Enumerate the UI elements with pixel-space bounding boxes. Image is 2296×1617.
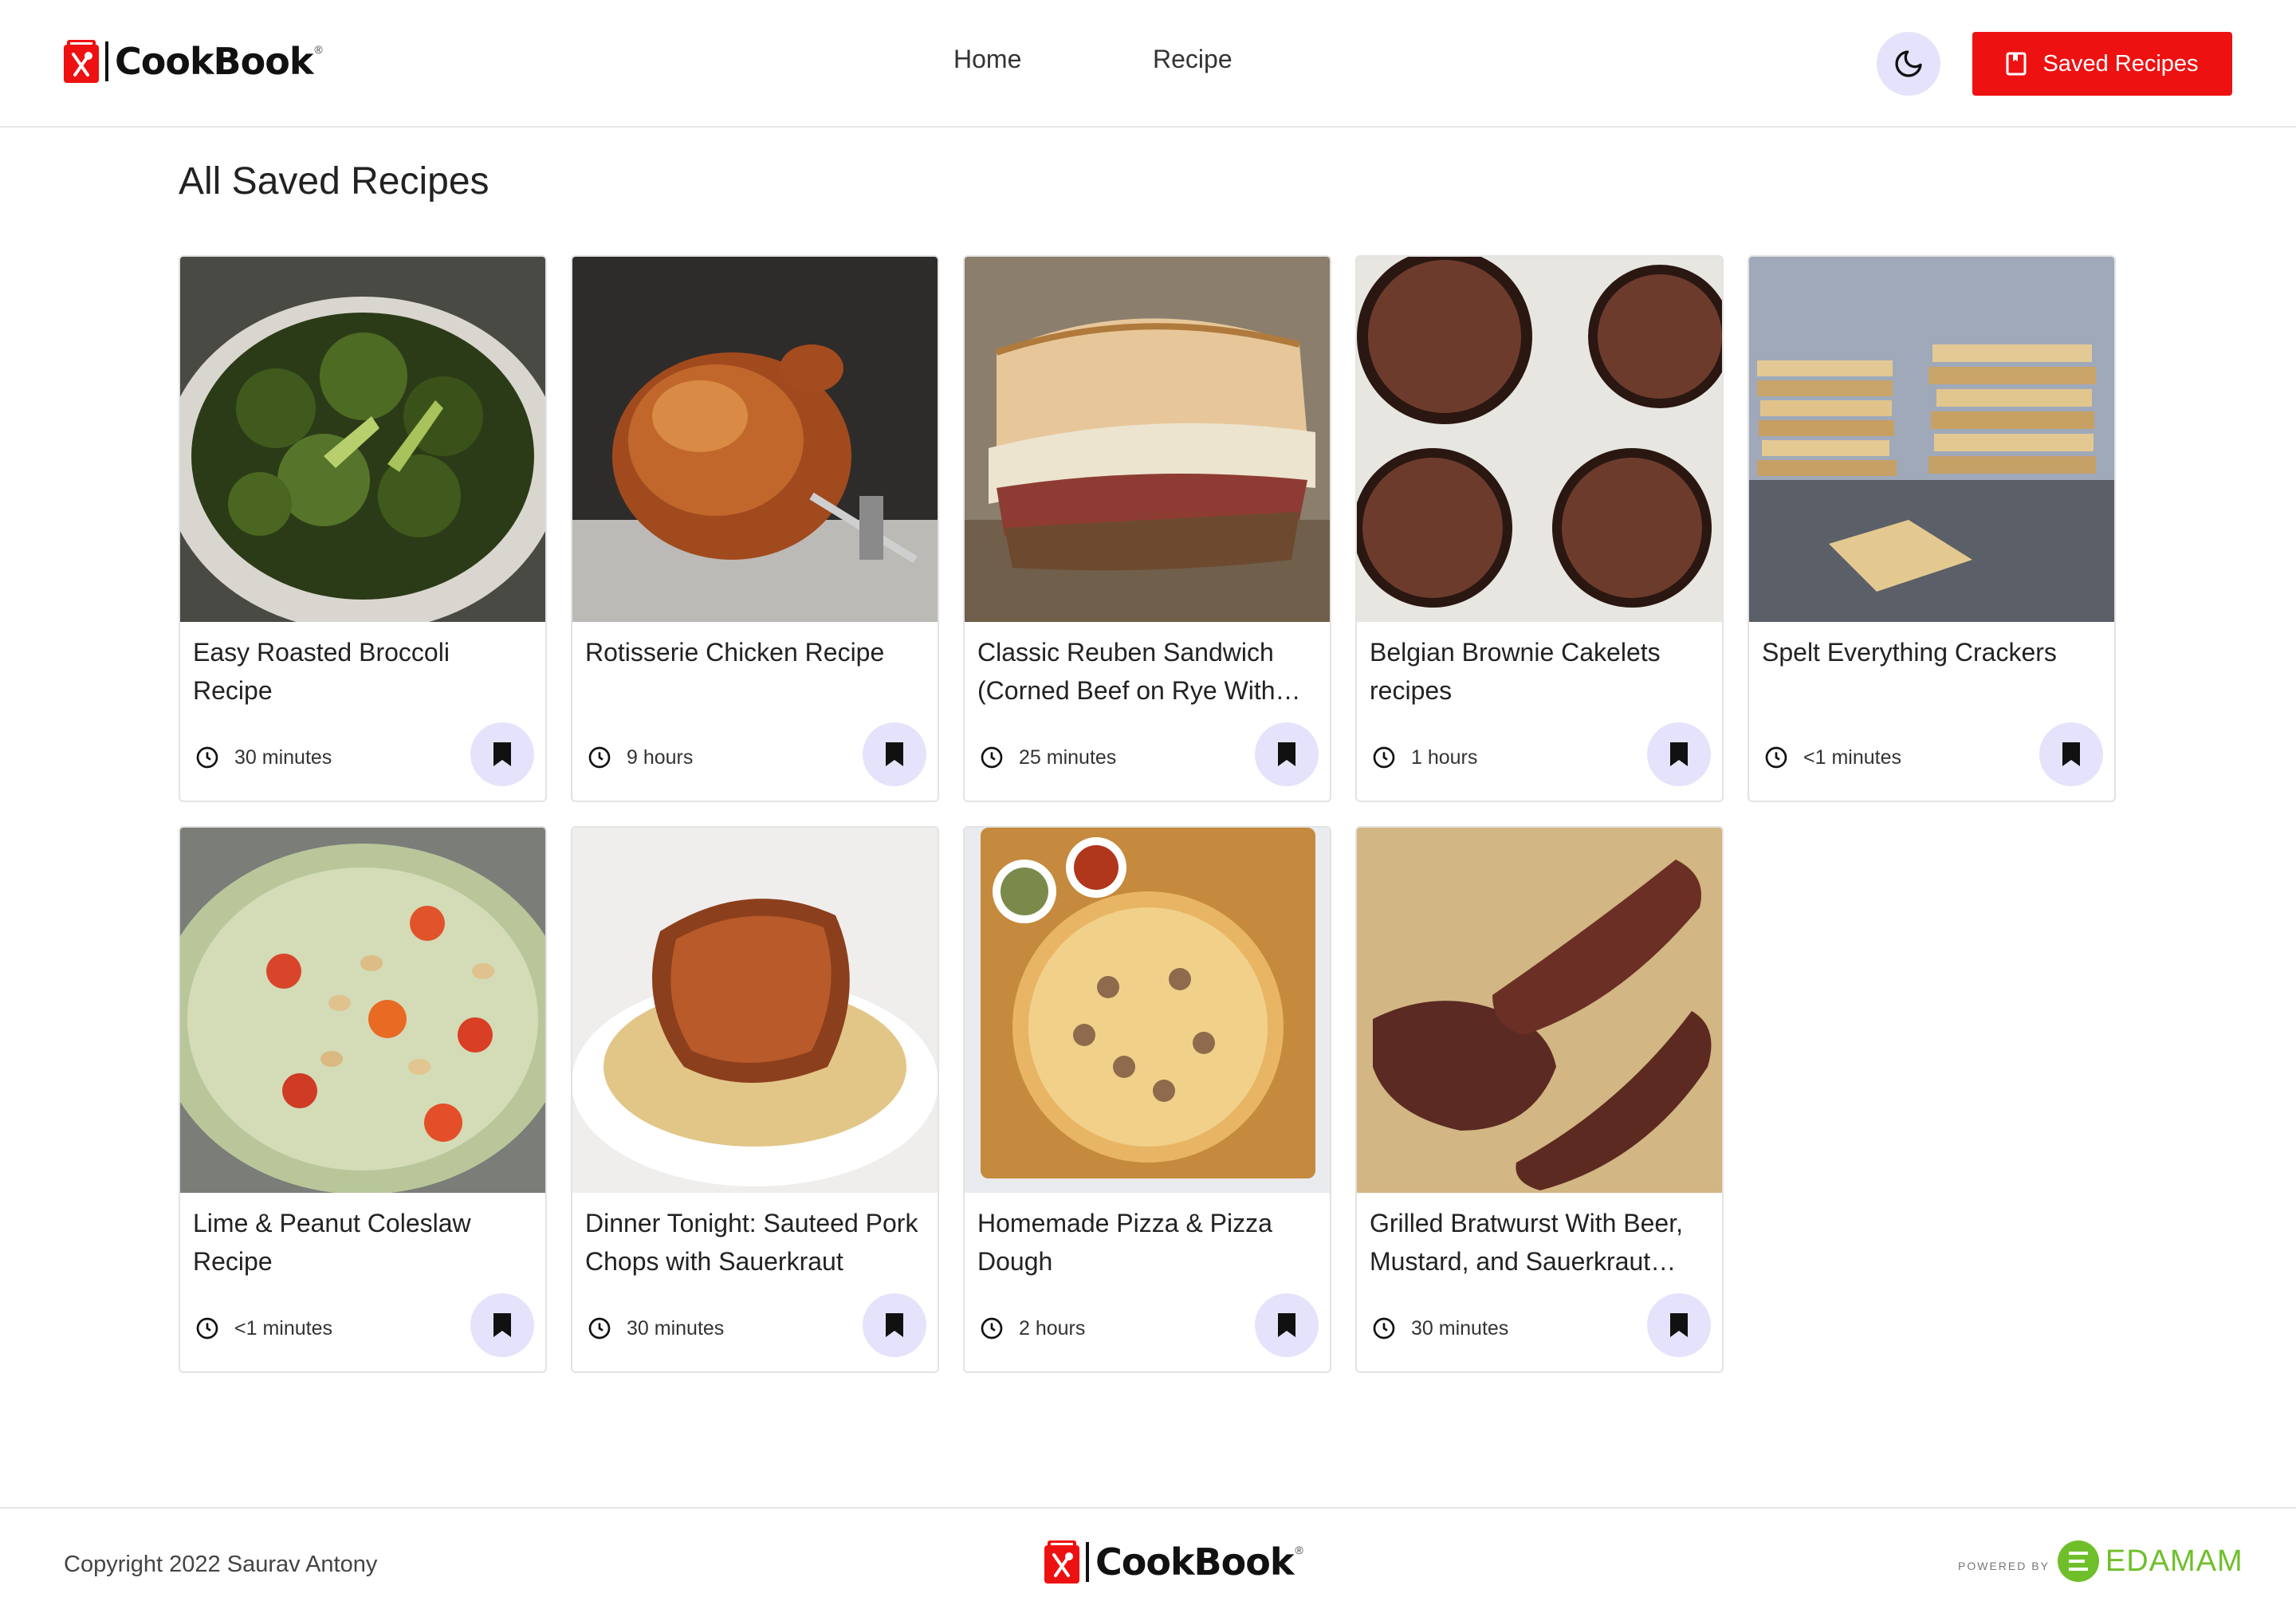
bookmark-button[interactable] [1255, 722, 1319, 786]
recipe-time: 30 minutes [1371, 1316, 1508, 1341]
recipe-time-text: 30 minutes [1411, 1316, 1509, 1340]
clock-icon [588, 1317, 611, 1340]
recipe-time: <1 minutes [1763, 745, 1901, 770]
recipe-time: 9 hours [587, 745, 693, 770]
recipe-card[interactable]: Dinner Tonight: Sauteed Pork Chops with … [571, 826, 939, 1373]
saved-recipes-button[interactable]: Saved Recipes [1972, 32, 2232, 96]
bookmark-icon [493, 1313, 511, 1337]
clock-icon [588, 746, 611, 769]
powered-by-edamam[interactable]: POWERED BY EDAMAM [1958, 1540, 2243, 1582]
recipe-title[interactable]: Belgian Brownie Cakelets recipes [1370, 633, 1712, 710]
recipe-card[interactable]: Grilled Bratwurst With Beer, Mustard, an… [1355, 826, 1724, 1373]
footer-brand-logo[interactable]: CookBook ® [1044, 1540, 1303, 1584]
recipe-image-bratwurst[interactable] [1357, 828, 1722, 1193]
footer: Copyright 2022 Saurav Antony CookBook ® … [0, 1507, 2296, 1617]
recipe-title[interactable]: Spelt Everything Crackers [1762, 633, 2105, 671]
recipe-title[interactable]: Homemade Pizza & Pizza Dough [977, 1204, 1320, 1281]
cookbook-logo-icon [64, 40, 99, 83]
recipe-image-chicken[interactable] [572, 257, 938, 622]
clock-icon [981, 746, 1003, 769]
recipe-time-text: 25 minutes [1019, 746, 1117, 769]
clock-icon [1373, 746, 1395, 769]
theme-toggle-button[interactable] [1877, 32, 1940, 96]
book-icon [2006, 52, 2027, 76]
recipe-time-text: 30 minutes [627, 1316, 725, 1340]
recipe-time: 30 minutes [587, 1316, 724, 1341]
recipe-time-text: <1 minutes [1803, 746, 1901, 769]
clock-icon [1373, 1317, 1395, 1340]
recipe-time-text: 2 hours [1019, 1316, 1086, 1340]
bookmark-icon [1278, 1313, 1295, 1337]
registered-mark: ® [1295, 1544, 1303, 1556]
recipe-image-crackers[interactable] [1749, 257, 2114, 622]
copyright-text: Copyright 2022 Saurav Antony [64, 1552, 378, 1577]
logo-divider [1086, 1542, 1089, 1582]
recipe-title[interactable]: Lime & Peanut Coleslaw Recipe [193, 1204, 536, 1281]
bookmark-icon [886, 1313, 903, 1337]
saved-recipes-label: Saved Recipes [2042, 50, 2199, 77]
powered-by-label: POWERED BY [1958, 1560, 2050, 1572]
recipe-image-reuben[interactable] [965, 257, 1330, 622]
recipe-card[interactable]: Spelt Everything Crackers <1 minutes [1748, 255, 2116, 802]
recipe-time-text: 30 minutes [234, 746, 332, 769]
edamam-logo-icon [2057, 1540, 2099, 1582]
recipe-title[interactable]: Easy Roasted Broccoli Recipe [193, 633, 536, 710]
bookmark-icon [886, 742, 903, 766]
recipe-card[interactable]: Homemade Pizza & Pizza Dough 2 hours [963, 826, 1331, 1373]
registered-mark: ® [314, 43, 323, 56]
bookmark-button[interactable] [2039, 722, 2103, 786]
recipe-image-pizza[interactable] [965, 828, 1330, 1193]
recipe-time-text: 9 hours [627, 746, 694, 769]
recipe-time: 30 minutes [195, 745, 332, 770]
bookmark-button[interactable] [863, 722, 926, 786]
top-navbar: CookBook ® Home Recipe Saved Recipes [0, 0, 2296, 128]
recipe-title[interactable]: Grilled Bratwurst With Beer, Mustard, an… [1370, 1204, 1712, 1281]
clock-icon [1765, 746, 1787, 769]
clock-icon [196, 746, 218, 769]
edamam-wordmark: EDAMAM [2105, 1544, 2243, 1578]
brand-name: CookBook [1095, 1540, 1294, 1584]
bookmark-button[interactable] [470, 1293, 534, 1357]
recipe-time: <1 minutes [195, 1316, 332, 1341]
recipe-title[interactable]: Dinner Tonight: Sauteed Pork Chops with … [585, 1204, 928, 1281]
bookmark-icon [1670, 1313, 1688, 1337]
recipe-card[interactable]: Lime & Peanut Coleslaw Recipe <1 minutes [179, 826, 547, 1373]
bookmark-icon [493, 742, 511, 766]
recipe-card[interactable]: Classic Reuben Sandwich (Corned Beef on … [963, 255, 1331, 802]
recipe-image-pork-chop[interactable] [572, 828, 938, 1193]
recipe-time: 25 minutes [979, 745, 1116, 770]
bookmark-button[interactable] [1647, 1293, 1711, 1357]
bookmark-icon [1278, 742, 1295, 766]
recipe-time-text: <1 minutes [234, 1316, 332, 1340]
recipe-title[interactable]: Classic Reuben Sandwich (Corned Beef on … [977, 633, 1320, 710]
recipe-card[interactable]: Rotisserie Chicken Recipe 9 hours [571, 255, 939, 802]
recipe-image-broccoli[interactable] [180, 257, 545, 622]
bookmark-button[interactable] [470, 722, 534, 786]
recipe-time-text: 1 hours [1411, 746, 1478, 769]
bookmark-button[interactable] [1255, 1293, 1319, 1357]
bookmark-icon [1670, 742, 1688, 766]
brand-name: CookBook [115, 40, 313, 83]
clock-icon [196, 1317, 218, 1340]
recipe-title[interactable]: Rotisserie Chicken Recipe [585, 633, 928, 671]
moon-icon [1895, 50, 1922, 77]
bookmark-icon [2062, 742, 2080, 766]
brand-logo[interactable]: CookBook ® [64, 40, 323, 83]
recipe-time: 1 hours [1371, 745, 1477, 770]
nav-recipe-link[interactable]: Recipe [1153, 45, 1233, 74]
logo-divider [105, 41, 108, 81]
recipe-time: 2 hours [979, 1316, 1085, 1341]
cookbook-logo-icon [1044, 1540, 1079, 1584]
bookmark-button[interactable] [1647, 722, 1711, 786]
nav-home-link[interactable]: Home [953, 45, 1021, 74]
recipe-image-coleslaw[interactable] [180, 828, 545, 1193]
clock-icon [981, 1317, 1003, 1340]
page-title: All Saved Recipes [179, 160, 489, 203]
recipe-image-brownie[interactable] [1357, 257, 1722, 622]
recipe-card[interactable]: Belgian Brownie Cakelets recipes 1 hours [1355, 255, 1724, 802]
recipe-card[interactable]: Easy Roasted Broccoli Recipe 30 minutes [179, 255, 547, 802]
bookmark-button[interactable] [863, 1293, 926, 1357]
